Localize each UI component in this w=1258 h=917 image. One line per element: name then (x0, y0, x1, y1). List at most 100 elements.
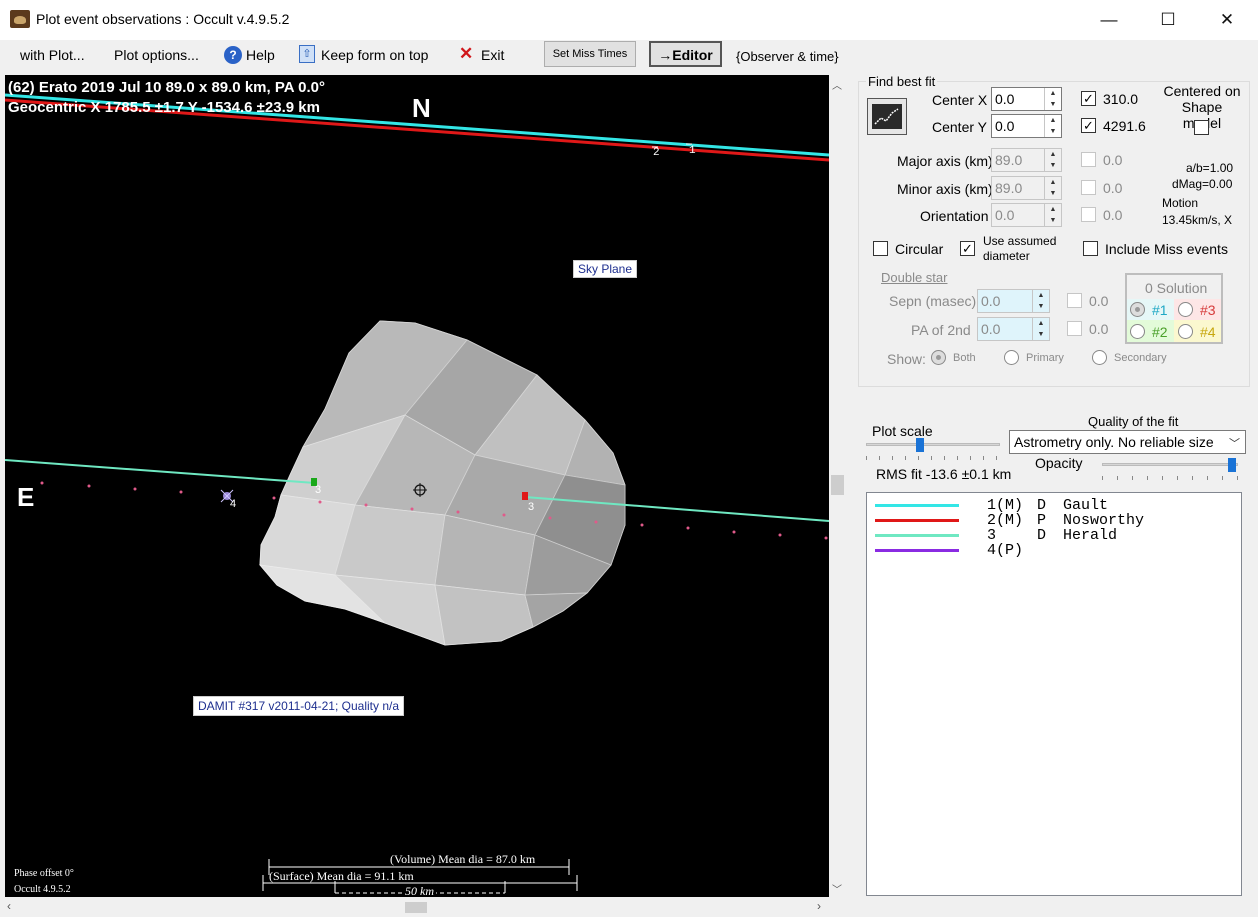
event-header: (62) Erato 2019 Jul 10 89.0 x 89.0 km, P… (8, 79, 326, 96)
show-both-radio[interactable] (931, 350, 946, 365)
major-axis-fixed-value: 0.0 (1103, 152, 1123, 168)
orientation-input[interactable]: 0.0 ▲ ▼ (991, 203, 1062, 227)
include-miss-checkbox[interactable] (1083, 241, 1098, 256)
legend-name-3: Herald (1063, 527, 1118, 544)
show-primary-label: Primary (1026, 352, 1064, 364)
use-assumed-checkbox[interactable]: ✓ (960, 241, 975, 256)
solution-4-label: #4 (1200, 324, 1216, 340)
opacity-label: Opacity (1035, 455, 1083, 471)
menu-keep-form-on-top[interactable]: Keep form on top (321, 45, 428, 65)
menu-help[interactable]: Help (246, 45, 275, 65)
plot-svg (5, 93, 829, 894)
quality-select-value: Astrometry only. No reliable size (1014, 434, 1214, 450)
sky-plane-label: Sky Plane (573, 260, 638, 278)
orientation-fixed-checkbox[interactable] (1081, 207, 1096, 222)
legend-row-4: 4(P) (873, 542, 1023, 559)
sepn-spinner[interactable]: ▲ ▼ (1032, 290, 1049, 312)
title-bar: Plot event observations : Occult v.4.9.5… (0, 0, 1258, 40)
sepn-input[interactable]: 0.0 ▲ ▼ (977, 289, 1050, 313)
plot-horizontal-scrollbar[interactable]: ‹ › (5, 897, 829, 917)
sepn-fixed-checkbox[interactable] (1067, 293, 1082, 308)
find-best-fit-button[interactable] (867, 98, 907, 135)
keep-on-top-icon[interactable]: ⇧ (299, 45, 315, 63)
pa2-label: PA of 2nd (911, 322, 971, 338)
major-axis-fixed-checkbox[interactable] (1081, 152, 1096, 167)
opacity-thumb[interactable] (1228, 458, 1236, 472)
version-label: Occult 4.9.5.2 (14, 884, 71, 895)
major-axis-spinner[interactable]: ▲ ▼ (1044, 149, 1061, 171)
chord-label-3a: 3 (315, 484, 322, 496)
include-miss-label: Include Miss events (1105, 241, 1228, 257)
show-both-label: Both (953, 352, 976, 364)
show-primary-radio[interactable] (1004, 350, 1019, 365)
center-y-input[interactable]: 0.0 ▲ ▼ (991, 114, 1062, 138)
minor-axis-input[interactable]: 89.0 ▲ ▼ (991, 176, 1062, 200)
minor-axis-spinner[interactable]: ▲ ▼ (1044, 177, 1061, 199)
damit-label: DAMIT #317 v2011-04-21; Quality n/a (193, 696, 404, 716)
ab-ratio: a/b=1.00 (1186, 161, 1234, 175)
menu-with-plot[interactable]: with Plot... (20, 45, 85, 65)
minor-axis-label: Minor axis (km) (897, 181, 993, 197)
quality-label: Quality of the fit (1088, 414, 1179, 429)
scroll-up-icon[interactable]: ︿ (832, 77, 842, 92)
editor-button[interactable]: →Editor (649, 41, 722, 67)
chord-label-1: 1 (689, 145, 696, 157)
center-y-spinner[interactable]: ▲ ▼ (1044, 115, 1061, 137)
legend-line-4 (875, 549, 959, 552)
center-x-fixed-checkbox[interactable]: ✓ (1081, 91, 1096, 106)
maximize-button[interactable]: ☐ (1139, 0, 1197, 40)
solution-3-radio[interactable] (1178, 302, 1193, 317)
center-x-input[interactable]: 0.0 ▲ ▼ (991, 87, 1062, 111)
scroll-right-icon[interactable]: › (817, 899, 821, 913)
solution-2-radio[interactable] (1130, 324, 1145, 339)
reappear-marker (522, 492, 528, 500)
plot-scale-slider[interactable] (866, 438, 1000, 462)
scroll-down-icon[interactable]: ﹀ (832, 881, 842, 896)
minimize-button[interactable]: — (1080, 0, 1138, 40)
set-miss-times-button[interactable]: Set Miss Times (544, 41, 636, 67)
phase-offset-label: Phase offset 0° (14, 868, 74, 879)
pa2-fixed-checkbox[interactable] (1067, 321, 1082, 336)
sepn-label: Sepn (masec) (889, 293, 977, 309)
show-secondary-radio[interactable] (1092, 350, 1107, 365)
legend-type-3: D (1037, 527, 1047, 544)
centered-on-shape-checkbox[interactable] (1194, 120, 1209, 135)
circular-checkbox[interactable] (873, 241, 888, 256)
geocentric-line: Geocentric X 1785.5 ±1.7 Y -1534.6 ±23.9… (8, 99, 320, 116)
exit-icon[interactable]: ✕ (459, 44, 473, 64)
solution-1-label: #1 (1152, 302, 1168, 318)
scroll-left-icon[interactable]: ‹ (7, 899, 11, 913)
close-button[interactable]: ✕ (1198, 0, 1256, 40)
pa2-input[interactable]: 0.0 ▲ ▼ (977, 317, 1050, 341)
observer-legend-list[interactable]: 1(M) D Gault 2(M) P Nosworthy 3 D Herald… (866, 492, 1242, 896)
plot-vertical-scrollbar[interactable]: ︿ ﹀ (829, 75, 846, 897)
opacity-slider[interactable] (1102, 458, 1238, 484)
observer-time-label[interactable]: {Observer & time} (736, 47, 839, 67)
menu-exit[interactable]: Exit (481, 45, 504, 65)
orientation-label: Orientation (920, 208, 989, 224)
plot-scale-label: Plot scale (872, 423, 933, 439)
center-y-fixed-checkbox[interactable]: ✓ (1081, 118, 1096, 133)
chevron-down-icon[interactable]: ﹀ (1229, 435, 1240, 451)
major-axis-input[interactable]: 89.0 ▲ ▼ (991, 148, 1062, 172)
quality-select[interactable]: Astrometry only. No reliable size ﹀ (1009, 430, 1246, 454)
center-x-spinner[interactable]: ▲ ▼ (1044, 88, 1061, 110)
menu-plot-options[interactable]: Plot options... (114, 45, 199, 65)
chord-label-2: 2 (653, 147, 660, 159)
orientation-spinner[interactable]: ▲ ▼ (1044, 204, 1061, 226)
sepn-fixed-value: 0.0 (1089, 293, 1109, 309)
plot-canvas[interactable]: (62) Erato 2019 Jul 10 89.0 x 89.0 km, P… (5, 75, 829, 897)
plot-scale-thumb[interactable] (916, 438, 924, 452)
hscroll-thumb[interactable] (405, 902, 427, 913)
find-best-fit-label: Find best fit (866, 74, 938, 89)
pa2-spinner[interactable]: ▲ ▼ (1032, 318, 1049, 340)
vscroll-thumb[interactable] (831, 475, 844, 495)
solution-2-label: #2 (1152, 324, 1168, 340)
app-icon (10, 10, 30, 28)
minor-axis-fixed-checkbox[interactable] (1081, 180, 1096, 195)
solution-1-radio[interactable] (1130, 302, 1145, 317)
minor-axis-fixed-value: 0.0 (1103, 180, 1123, 196)
legend-row-1: 1(M) D Gault (873, 497, 1108, 514)
help-icon[interactable]: ? (224, 46, 242, 64)
solution-4-radio[interactable] (1178, 324, 1193, 339)
